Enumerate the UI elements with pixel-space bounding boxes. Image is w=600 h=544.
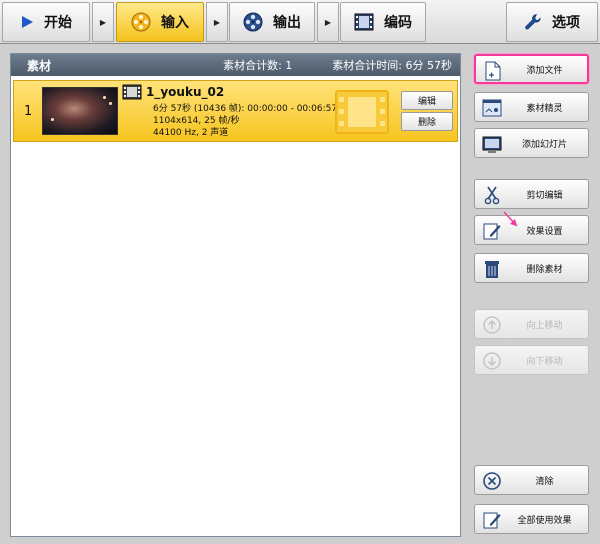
annotation-arrow: [503, 211, 518, 227]
